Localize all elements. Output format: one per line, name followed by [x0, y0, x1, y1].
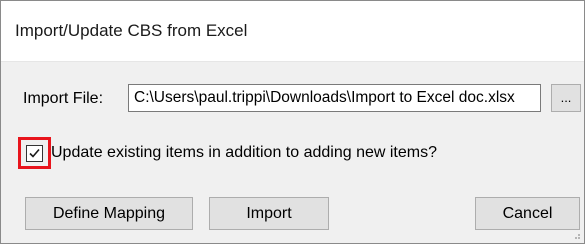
import-update-dialog: Import/Update CBS from Excel Import File… — [0, 0, 585, 244]
import-file-label: Import File: — [23, 90, 104, 107]
update-existing-label[interactable]: Update existing items in addition to add… — [51, 144, 437, 162]
import-file-field[interactable]: C:\Users\paul.trippi\Downloads\Import to… — [128, 84, 541, 112]
browse-file-button[interactable]: ... — [551, 84, 581, 112]
cancel-button[interactable]: Cancel — [475, 197, 580, 230]
update-existing-checkbox[interactable] — [26, 145, 43, 162]
dialog-title: Import/Update CBS from Excel — [15, 21, 248, 40]
dialog-titlebar[interactable]: Import/Update CBS from Excel — [1, 1, 584, 62]
import-button[interactable]: Import — [209, 197, 329, 230]
resize-grip-icon[interactable] — [571, 230, 581, 240]
checkmark-icon — [29, 148, 40, 158]
define-mapping-button[interactable]: Define Mapping — [25, 197, 193, 230]
